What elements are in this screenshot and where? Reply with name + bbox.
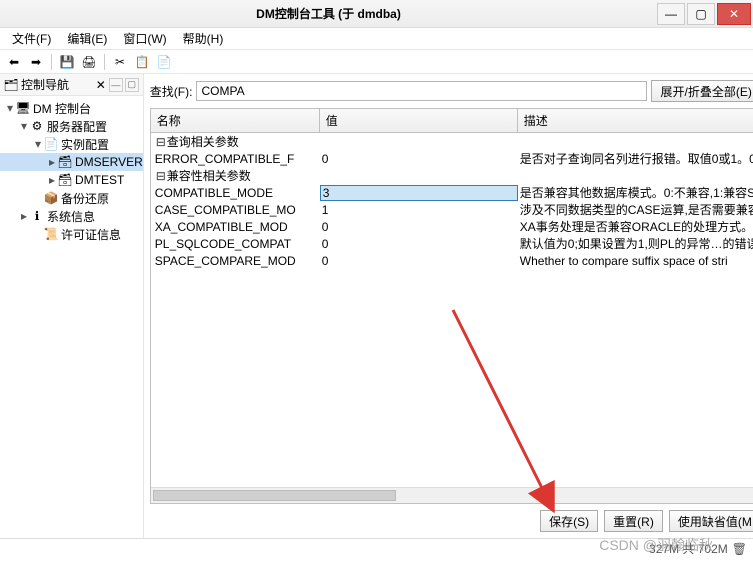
db-icon: 🗃: [58, 155, 72, 169]
menu-edit[interactable]: 编辑(E): [59, 28, 115, 49]
nav-tree: ▾🖥DM 控制台 ▾⚙服务器配置 ▾📄实例配置 ▸🗃DMSERVER ▸🗃DMT…: [0, 96, 143, 538]
tree-dmtest[interactable]: ▸🗃DMTEST: [0, 171, 143, 189]
minimize-button[interactable]: —: [657, 3, 685, 25]
nav-fwd-icon[interactable]: ➡: [26, 52, 46, 72]
tree-license-info[interactable]: 📜许可证信息: [0, 225, 143, 243]
table-row[interactable]: XA_COMPATIBLE_MOD0XA事务处理是否兼容ORACLE的处理方式。…: [151, 218, 753, 235]
nav-icon: 🗂: [4, 78, 18, 92]
search-row: 查找(F): 展开/折叠全部(E): [144, 74, 753, 108]
col-name[interactable]: 名称: [151, 109, 320, 132]
group-row[interactable]: ⊟兼容性相关参数: [151, 167, 753, 184]
group-row[interactable]: ⊟查询相关参数: [151, 133, 753, 150]
window-title: DM控制台工具 (于 dmdba): [0, 5, 657, 22]
menu-window[interactable]: 窗口(W): [115, 28, 174, 49]
table-row[interactable]: CASE_COMPATIBLE_MO1涉及不同数据类型的CASE运算,是否需要兼…: [151, 201, 753, 218]
doc-icon: 📄: [44, 137, 58, 151]
watermark: CSDN @羽翰临秋: [599, 535, 713, 555]
console-icon: 🖥: [16, 101, 30, 115]
backup-icon: 📦: [44, 191, 58, 205]
title-bar: DM控制台工具 (于 dmdba) — ▢ ✕: [0, 0, 753, 28]
tree-system-info[interactable]: ▸ℹ系统信息: [0, 207, 143, 225]
close-button[interactable]: ✕: [717, 3, 751, 25]
col-value[interactable]: 值: [320, 109, 518, 132]
gc-icon[interactable]: 🗑: [732, 542, 747, 556]
reset-button[interactable]: 重置(R): [604, 510, 663, 532]
table-body: ⊟查询相关参数ERROR_COMPATIBLE_F0是否对子查询同名列进行报错。…: [151, 133, 753, 487]
save-button[interactable]: 保存(S): [540, 510, 598, 532]
h-scrollbar[interactable]: [151, 487, 753, 503]
print-icon[interactable]: 🖨: [79, 52, 99, 72]
info-icon: ℹ: [30, 209, 44, 223]
nav-pane: 🗂 控制导航 ✕ — ▢ ▾🖥DM 控制台 ▾⚙服务器配置 ▾📄实例配置 ▸🗃D…: [0, 74, 144, 538]
nav-max-icon[interactable]: ▢: [125, 78, 139, 92]
cut-icon[interactable]: ✂: [110, 52, 130, 72]
license-icon: 📜: [44, 227, 58, 241]
nav-title: 控制导航: [21, 76, 93, 93]
save-icon[interactable]: 💾: [57, 52, 77, 72]
nav-back-icon[interactable]: ⬅: [4, 52, 24, 72]
menu-help[interactable]: 帮助(H): [175, 28, 232, 49]
table-row[interactable]: ERROR_COMPATIBLE_F0是否对子查询同名列进行报错。取值0或1。0: [151, 150, 753, 167]
gear-icon: ⚙: [30, 119, 44, 133]
table-row[interactable]: PL_SQLCODE_COMPAT0默认值为0;如果设置为1,则PL的异常…的错…: [151, 235, 753, 252]
search-label: 查找(F):: [150, 83, 193, 100]
col-desc[interactable]: 描述: [518, 109, 753, 132]
content-pane: 查找(F): 展开/折叠全部(E) 名称 值 描述 ⊟查询相关参数ERROR_C…: [144, 74, 753, 538]
params-table: 名称 值 描述 ⊟查询相关参数ERROR_COMPATIBLE_F0是否对子查询…: [150, 108, 753, 504]
separator: [51, 54, 52, 70]
menu-file[interactable]: 文件(F): [4, 28, 59, 49]
db-icon: 🗃: [58, 173, 72, 187]
paste-icon[interactable]: 📄: [154, 52, 174, 72]
table-header: 名称 值 描述: [151, 109, 753, 133]
main-area: 🗂 控制导航 ✕ — ▢ ▾🖥DM 控制台 ▾⚙服务器配置 ▾📄实例配置 ▸🗃D…: [0, 74, 753, 538]
expand-collapse-button[interactable]: 展开/折叠全部(E): [651, 80, 753, 102]
tree-server-config[interactable]: ▾⚙服务器配置: [0, 117, 143, 135]
tree-dmserver[interactable]: ▸🗃DMSERVER: [0, 153, 143, 171]
search-input[interactable]: [196, 81, 647, 101]
table-row[interactable]: COMPATIBLE_MODE3是否兼容其他数据库模式。0:不兼容,1:兼容S: [151, 184, 753, 201]
menu-bar: 文件(F) 编辑(E) 窗口(W) 帮助(H): [0, 28, 753, 50]
maximize-button[interactable]: ▢: [687, 3, 715, 25]
copy-icon[interactable]: 📋: [132, 52, 152, 72]
tree-backup-restore[interactable]: 📦备份还原: [0, 189, 143, 207]
table-row[interactable]: SPACE_COMPARE_MOD0Whether to compare suf…: [151, 252, 753, 269]
nav-close-icon[interactable]: ✕: [93, 78, 109, 92]
tree-root[interactable]: ▾🖥DM 控制台: [0, 99, 143, 117]
nav-min-icon[interactable]: —: [109, 78, 123, 92]
defaults-button[interactable]: 使用缺省值(M: [669, 510, 753, 532]
tree-instance-config[interactable]: ▾📄实例配置: [0, 135, 143, 153]
separator: [104, 54, 105, 70]
toolbar: ⬅ ➡ 💾 🖨 ✂ 📋 📄: [0, 50, 753, 74]
nav-header: 🗂 控制导航 ✕ — ▢: [0, 74, 143, 96]
button-row: 保存(S) 重置(R) 使用缺省值(M: [144, 504, 753, 538]
